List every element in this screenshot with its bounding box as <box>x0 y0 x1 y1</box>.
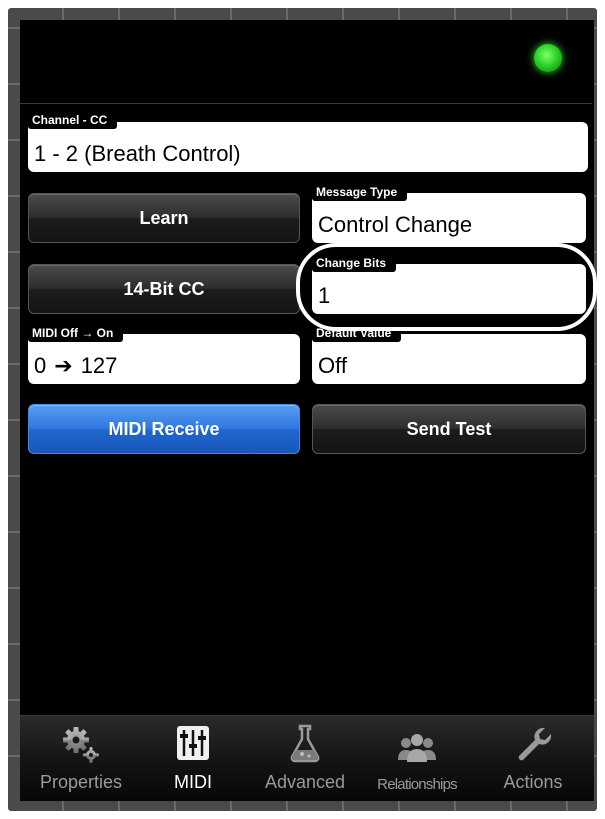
tab-actions[interactable]: Actions <box>478 716 588 801</box>
message-type-value: Control Change <box>318 212 473 237</box>
header-divider <box>20 103 592 104</box>
tab-properties-label: Properties <box>39 772 123 792</box>
status-led <box>534 44 562 72</box>
send-test-button[interactable]: Send Test <box>312 404 586 454</box>
tab-properties[interactable]: Properties <box>26 716 136 801</box>
channel-cc-field[interactable]: 1 - 2 (Breath Control) <box>28 122 588 172</box>
tab-bar: Properties MIDI Advanced Relationships A… <box>20 715 594 801</box>
tab-actions-label: Actions <box>503 772 563 792</box>
midi-on-value: 127 <box>80 353 118 378</box>
arrow-icon: ➔ <box>54 353 73 378</box>
learn-button[interactable]: Learn <box>28 193 300 243</box>
message-type-label: Message Type <box>312 185 408 201</box>
gears-icon <box>63 727 99 763</box>
flask-icon <box>290 724 320 763</box>
tab-midi-label: MIDI <box>174 772 212 792</box>
tab-relationships-label: Relationships <box>377 776 457 793</box>
midi-off-value: 0 <box>34 353 47 378</box>
tab-relationships[interactable]: Relationships <box>362 716 472 801</box>
channel-cc-label: Channel - CC <box>28 113 118 129</box>
fourteen-bit-cc-button[interactable]: 14-Bit CC <box>28 264 300 314</box>
sliders-icon <box>177 726 209 760</box>
people-icon <box>398 734 436 762</box>
midi-off-on-label: MIDI Off → On <box>28 326 124 342</box>
channel-cc-value: 1 - 2 (Breath Control) <box>34 141 241 166</box>
midi-receive-button[interactable]: MIDI Receive <box>28 404 300 454</box>
tab-midi[interactable]: MIDI <box>138 716 248 801</box>
default-value-value: Off <box>318 353 347 378</box>
change-bits-value: 1 <box>318 283 331 308</box>
tab-advanced[interactable]: Advanced <box>250 716 360 801</box>
tab-advanced-label: Advanced <box>264 772 346 792</box>
default-value-label: Default Value <box>312 326 402 342</box>
wrench-icon <box>518 727 552 761</box>
change-bits-label: Change Bits <box>312 256 397 272</box>
